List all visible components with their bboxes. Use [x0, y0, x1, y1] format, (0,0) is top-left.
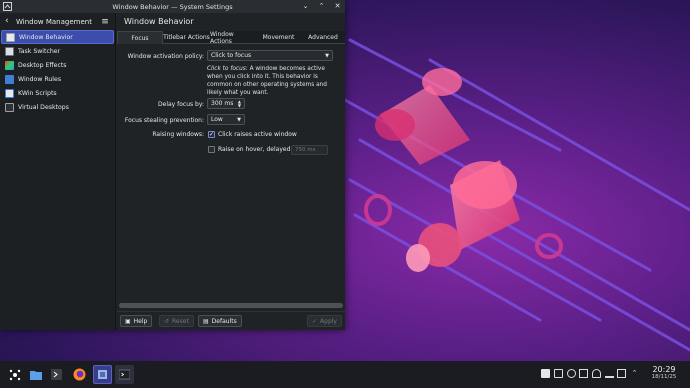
chevron-down-icon: ▼ — [237, 117, 241, 123]
maximize-button[interactable]: ⌃ — [317, 2, 326, 11]
clock-time: 20:29 — [652, 365, 676, 374]
sidebar-item-label: KWin Scripts — [18, 89, 57, 97]
desktop-effects-icon — [5, 60, 14, 70]
delay-focus-spinbox[interactable]: 300 ms ▲ ▼ — [207, 98, 245, 109]
help-icon: ▣ — [125, 317, 131, 325]
raise-on-hover-checkbox[interactable] — [208, 146, 215, 153]
pager-icon[interactable] — [541, 369, 550, 378]
tab-movement[interactable]: Movement — [256, 31, 301, 44]
checkmark-icon: ✓ — [312, 317, 318, 325]
wifi-icon[interactable] — [605, 369, 614, 378]
raise-on-hover-label[interactable]: Raise on hover, delayed by: — [218, 146, 301, 153]
tab-advanced[interactable]: Advanced — [301, 31, 345, 44]
taskbar-firefox[interactable] — [70, 365, 89, 384]
click-raises-label[interactable]: Click raises active window — [218, 131, 297, 138]
system-settings-window: Window Behavior — System Settings ⌄ ⌃ ✕ … — [0, 0, 345, 330]
firefox-icon — [73, 368, 86, 381]
terminal-icon — [51, 369, 62, 380]
help-label: Help — [133, 317, 148, 325]
taskbar-dolphin[interactable] — [26, 365, 45, 384]
delay-focus-label: Delay focus by: — [158, 101, 204, 108]
apply-label: Apply — [320, 317, 337, 325]
reset-label: Reset — [172, 317, 189, 325]
notifications-icon[interactable] — [567, 369, 576, 378]
tab-window-actions[interactable]: Window Actions — [210, 31, 256, 45]
launcher-icon — [9, 369, 20, 380]
window-title: Window Behavior — System Settings — [112, 2, 233, 11]
settings-icon — [98, 370, 107, 379]
sidebar-item-desktop-effects[interactable]: Desktop Effects — [1, 58, 114, 72]
footer-bar: ▣ Help ↺ Reset ▤ Defaults ✓ Apply — [117, 311, 345, 330]
focus-stealing-select[interactable]: Low ▼ — [207, 114, 245, 125]
activation-policy-label: Window activation policy: — [127, 53, 204, 60]
sidebar-item-window-behavior[interactable]: Window Behavior — [1, 30, 114, 44]
activation-policy-select[interactable]: Click to focus ▼ — [207, 50, 333, 61]
task-switcher-icon — [5, 46, 14, 56]
console-icon — [119, 369, 130, 380]
description-emphasis: Click to focus: — [207, 66, 248, 72]
raise-hover-delay-spinbox[interactable]: 750 ms — [291, 145, 328, 155]
clock-date: 18/11/25 — [651, 374, 677, 380]
tab-titlebar-actions[interactable]: Titlebar Actions — [163, 31, 210, 44]
close-button[interactable]: ✕ — [333, 2, 342, 11]
sidebar-header: ‹ Window Management ≡ — [0, 13, 115, 30]
raising-windows-label: Raising windows: — [152, 131, 204, 138]
taskbar-konsole[interactable] — [115, 365, 134, 384]
raise-hover-delay-value: 750 ms — [295, 147, 316, 153]
sidebar-item-window-rules[interactable]: Window Rules — [1, 72, 114, 86]
app-icon[interactable] — [3, 2, 12, 11]
clipboard-icon[interactable] — [554, 369, 563, 378]
reset-icon: ↺ — [164, 317, 170, 325]
back-arrow-icon[interactable]: ‹ — [5, 17, 13, 26]
kwin-scripts-icon — [5, 88, 14, 98]
sidebar-title: Window Management — [16, 17, 92, 26]
horizontal-scrollbar[interactable] — [119, 303, 343, 308]
apply-button[interactable]: ✓ Apply — [307, 315, 342, 327]
focus-stealing-value: Low — [211, 116, 223, 123]
taskbar: ⌃ 20:29 18/11/25 — [0, 361, 690, 388]
help-button[interactable]: ▣ Help — [120, 315, 153, 327]
spin-arrows-icon[interactable]: ▲ ▼ — [238, 100, 241, 108]
page-title: Window Behavior — [124, 17, 194, 26]
battery-icon[interactable] — [617, 369, 626, 378]
activation-policy-value: Click to focus — [211, 52, 252, 59]
sidebar-item-label: Virtual Desktops — [18, 103, 69, 111]
taskbar-system-settings[interactable] — [93, 365, 112, 384]
tab-bar: Focus Titlebar Actions Window Actions Mo… — [117, 31, 345, 45]
chevron-down-icon: ▼ — [325, 53, 329, 59]
sidebar-item-label: Window Rules — [18, 75, 62, 83]
sidebar-item-label: Desktop Effects — [18, 61, 67, 69]
focus-stealing-label: Focus stealing prevention: — [124, 117, 204, 124]
sidebar-item-kwin-scripts[interactable]: KWin Scripts — [1, 86, 114, 100]
chevron-up-icon[interactable]: ⌃ — [630, 369, 639, 378]
sidebar: ‹ Window Management ≡ Window Behavior Ta… — [0, 13, 116, 330]
window-behavior-icon — [6, 32, 15, 42]
click-raises-checkbox[interactable]: ✓ — [208, 131, 215, 138]
reset-button[interactable]: ↺ Reset — [159, 315, 194, 327]
clock[interactable]: 20:29 18/11/25 — [641, 365, 687, 380]
app-launcher-button[interactable] — [5, 365, 24, 384]
network-icon[interactable] — [592, 369, 601, 378]
minimize-button[interactable]: ⌄ — [301, 2, 310, 11]
hamburger-menu-icon[interactable]: ≡ — [99, 17, 111, 27]
activation-policy-description: Click to focus: A window becomes active … — [207, 65, 333, 97]
sidebar-item-task-switcher[interactable]: Task Switcher — [1, 44, 114, 58]
taskbar-terminal[interactable] — [47, 365, 66, 384]
window-titlebar[interactable]: Window Behavior — System Settings ⌄ ⌃ ✕ — [0, 0, 345, 13]
delay-focus-value: 300 ms — [211, 100, 234, 107]
defaults-button[interactable]: ▤ Defaults — [198, 315, 242, 327]
tab-focus[interactable]: Focus — [117, 31, 163, 44]
content-pane: Window Behavior Focus Titlebar Actions W… — [117, 13, 345, 330]
sidebar-item-virtual-desktops[interactable]: Virtual Desktops — [1, 100, 114, 114]
virtual-desktops-icon — [5, 102, 14, 112]
sidebar-item-label: Task Switcher — [18, 47, 61, 55]
defaults-icon: ▤ — [203, 317, 209, 325]
scrollbar-thumb[interactable] — [119, 303, 343, 308]
folder-icon — [29, 370, 42, 380]
volume-icon[interactable] — [579, 369, 588, 378]
window-rules-icon — [5, 74, 14, 84]
sidebar-item-label: Window Behavior — [19, 33, 73, 41]
defaults-label: Defaults — [211, 317, 237, 325]
